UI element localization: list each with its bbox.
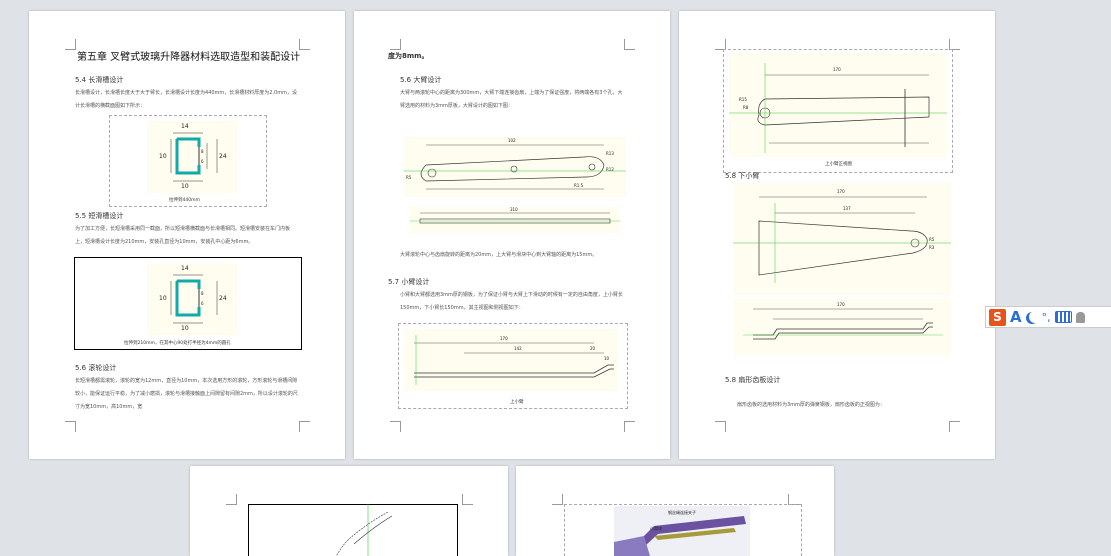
- lower-arm-dim-0: 170: [837, 189, 845, 194]
- chapter-title: 第五章 叉臂式玻璃升降器材料选取造型和装配设计: [77, 52, 301, 63]
- big-arm-dim-3: R5: [406, 175, 412, 180]
- dim-a-1: 10: [181, 183, 189, 190]
- lower-arm-front-drawing: [733, 196, 951, 283]
- page-3: 170 R15 R8 上小臂正视图 5.8 下小臂 170 137 R5 R3 …: [679, 11, 995, 459]
- small-arm-dim-0: 170: [500, 336, 508, 341]
- page-4: [190, 466, 508, 556]
- section-heading-5-6: 5.6 滚轮设计: [75, 364, 117, 372]
- punctuation-toggle-icon[interactable]: °,: [1042, 311, 1051, 324]
- section-heading-5-8b: 5.8 扇形齿板设计: [725, 376, 781, 384]
- small-arm-dim-1: 142: [514, 346, 522, 351]
- paragraph-5-5: 为了加工方便，长短滑槽采用同一截面，所以短滑槽横截面与长滑槽相同。短滑槽安装在车…: [75, 226, 291, 245]
- section-heading-5-5: 5.5 短滑槽设计: [75, 212, 124, 220]
- upper-arm-dim-0: 170: [833, 67, 841, 72]
- user-icon[interactable]: [1075, 311, 1085, 323]
- soft-keyboard-icon[interactable]: [1054, 311, 1072, 323]
- ime-toolbar[interactable]: S A °,: [985, 306, 1111, 328]
- dim-a-4: 6: [201, 159, 204, 164]
- caption-5-4: 拉伸到440mm: [169, 198, 200, 203]
- big-arm-figure: 102 R13 R12 R5 R1.5: [404, 137, 626, 197]
- small-arm-drawing: [414, 335, 614, 385]
- big-arm-dim-1: R13: [606, 151, 614, 156]
- section-heading-5-7: 5.7 小臂设计: [388, 278, 430, 286]
- paragraph-5-7: 小臂和大臂都选用3mm厚的钢板，为了保证小臂与大臂上下滑动的时候有一定的自由角度…: [400, 292, 623, 311]
- big-arm-side-figure: 310: [410, 207, 620, 233]
- section-heading-5-4: 5.4 长滑槽设计: [75, 76, 124, 84]
- upper-arm-dim-2: R8: [743, 105, 749, 110]
- paragraph-5-6b: 大臂与两滚轮中心的距离为300mm，大臂下端连接齿扇，上端为了保证强度，将两端各…: [400, 90, 623, 109]
- assembly-label-1: 小滑块: [650, 526, 662, 531]
- caption-upper-arm-front: 上小臂正视图: [825, 162, 852, 167]
- small-arm-dim-3: 10: [604, 356, 610, 361]
- lower-arm-dim-3: R3: [929, 245, 935, 250]
- dim-a-3: 8: [201, 149, 204, 154]
- paragraph-5-4: 长滑槽设计，长滑槽长度大于大于臂长，长滑槽设计长度为440mm，长滑槽材料厚度为…: [75, 90, 297, 109]
- assembly-label-0: 钢丝绳连接夹子: [668, 510, 696, 515]
- section-heading-5-6b: 5.6 大臂设计: [400, 76, 442, 84]
- dim-b-1: 10: [181, 325, 189, 332]
- half-full-width-icon[interactable]: [1029, 311, 1041, 323]
- dim-a-2: 10: [159, 153, 167, 160]
- sector-gear-drawing: [335, 504, 393, 556]
- page-5: 钢丝绳连接夹子 小滑块: [516, 466, 834, 556]
- caption-5-5: 拉伸到210mm，在其中心90处打半径为4mm的圆孔: [124, 341, 231, 346]
- upper-arm-front-figure: 170 R15 R8: [729, 53, 947, 157]
- big-arm-side-dim: 310: [510, 207, 518, 212]
- dim-a-5: 24: [219, 153, 227, 160]
- big-arm-dim-4: R1.5: [574, 183, 584, 188]
- small-arm-figure: 170 142 20 10: [404, 329, 618, 391]
- paragraph-5-6: 长短滑槽都需滚轮，滚轮的宽为12mm，直径为10mm，本次选用方形的滚轮，方形滚…: [75, 378, 298, 410]
- page-2: 度为8mm。 5.6 大臂设计 大臂与两滚轮中心的距离为300mm，大臂下端连接…: [354, 11, 670, 459]
- dim-b-2: 10: [159, 295, 167, 302]
- lower-arm-front-figure: 170 137 R5 R3: [733, 183, 951, 295]
- page-1: 第五章 叉臂式玻璃升降器材料选取造型和装配设计 5.4 长滑槽设计 长滑槽设计，…: [29, 11, 345, 459]
- lower-arm-dim-2: R5: [929, 237, 935, 242]
- small-arm-dim-2: 20: [590, 346, 596, 351]
- assembly-render-figure: 钢丝绳连接夹子 小滑块: [614, 506, 750, 556]
- big-arm-dim-0: 102: [508, 138, 516, 143]
- dim-a-0: 14: [181, 123, 189, 130]
- dim-b-5: 24: [219, 295, 227, 302]
- chinese-english-toggle-icon[interactable]: A: [1010, 308, 1022, 326]
- channel-section-figure-a: 14 10 10 8 6 24: [147, 121, 237, 193]
- big-arm-dim-2: R12: [606, 167, 614, 172]
- dim-b-0: 14: [181, 265, 189, 272]
- lower-arm-side-figure: 170: [733, 299, 951, 355]
- big-arm-drawing: [404, 144, 626, 190]
- section-heading-5-8: 5.8 下小臂: [725, 172, 760, 180]
- paragraph-5-8b: 扇形齿板的选用材料为3mm厚的弹簧钢板，扇形齿板的正视图为：: [737, 402, 885, 408]
- paragraph-after-big-arm: 大臂滚轮中心与齿扇旋转的距离为20mm，上大臂与滑块中心到大臂轴的距离为15mm…: [400, 252, 598, 258]
- continued-line: 度为8mm。: [388, 52, 429, 60]
- channel-section-figure-b: 14 10 10 8 6 24: [147, 263, 237, 335]
- dim-b-3: 8: [201, 291, 204, 296]
- upper-arm-dim-1: R15: [739, 97, 747, 102]
- lower-arm-dim-1: 137: [843, 206, 851, 211]
- caption-small-arm: 上小臂: [510, 400, 524, 405]
- lower-arm-side-dim: 170: [837, 302, 845, 307]
- dim-b-4: 6: [201, 301, 204, 306]
- lower-arm-side-drawing: [743, 308, 943, 340]
- sogou-logo-icon[interactable]: S: [989, 308, 1006, 326]
